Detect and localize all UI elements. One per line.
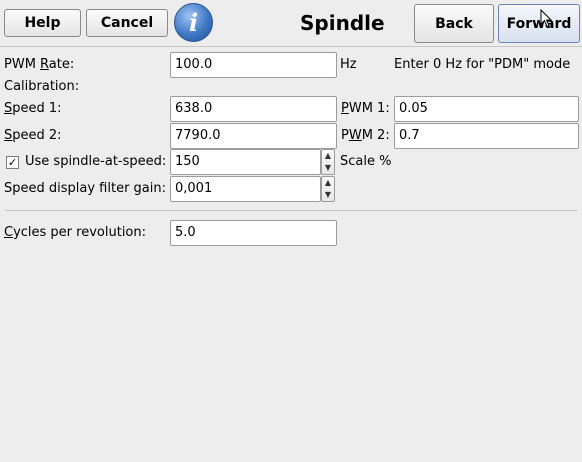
pwm2-input[interactable]: 0.7 [394, 123, 579, 149]
cycles-label: Cycles per revolution: [4, 225, 146, 240]
speed1-input[interactable]: 638.0 [170, 96, 337, 122]
pwm-rate-label: PWM Rate: [4, 57, 75, 72]
pdm-hint: Enter 0 Hz for "PDM" mode [394, 57, 571, 72]
forward-button-label: Forward [506, 15, 572, 32]
pwm-rate-input[interactable]: 100.0 [170, 52, 337, 78]
help-button[interactable]: Help [4, 9, 81, 37]
cycles-input[interactable]: 5.0 [170, 220, 337, 246]
page-title: Spindle [300, 11, 385, 35]
spindle-form: PWM Rate: 100.0 Hz Enter 0 Hz for "PDM" … [0, 46, 582, 462]
help-button-label: Help [24, 15, 61, 31]
speed-filter-input[interactable]: 0,001 [170, 176, 321, 202]
mouse-cursor-icon [540, 9, 552, 28]
spin-up-icon[interactable]: ▲ [325, 152, 331, 160]
scale-percent-unit: Scale % [340, 154, 392, 169]
separator [5, 210, 577, 211]
pwm2-label: PWM 2: [341, 128, 390, 143]
info-icon: i [174, 3, 213, 42]
cancel-button-label: Cancel [100, 15, 154, 31]
calibration-label: Calibration: [4, 79, 80, 94]
pwm1-label: PWM 1: [341, 101, 390, 116]
use-spindle-at-speed-checkbox[interactable]: ✓ [6, 156, 19, 169]
speed-filter-spinner[interactable]: ▲ ▼ [321, 176, 335, 202]
pwm1-input[interactable]: 0.05 [394, 96, 579, 122]
speed-filter-label: Speed display filter gain: [4, 181, 166, 196]
speed1-label: Speed 1: [4, 101, 62, 116]
use-spindle-at-speed-label: Use spindle-at-speed: [25, 154, 167, 169]
spin-down-icon[interactable]: ▼ [325, 164, 331, 172]
back-button-label: Back [435, 15, 473, 32]
cancel-button[interactable]: Cancel [86, 9, 168, 37]
speed2-label: Speed 2: [4, 128, 62, 143]
back-button[interactable]: Back [414, 4, 494, 43]
spindle-at-speed-spinner[interactable]: ▲ ▼ [321, 149, 335, 175]
pwm-rate-unit: Hz [340, 57, 357, 72]
spin-down-icon[interactable]: ▼ [325, 191, 331, 199]
forward-button[interactable]: Forward [498, 4, 580, 43]
spindle-at-speed-input[interactable]: 150 [170, 149, 321, 175]
spin-up-icon[interactable]: ▲ [325, 179, 331, 187]
speed2-input[interactable]: 7790.0 [170, 123, 337, 149]
